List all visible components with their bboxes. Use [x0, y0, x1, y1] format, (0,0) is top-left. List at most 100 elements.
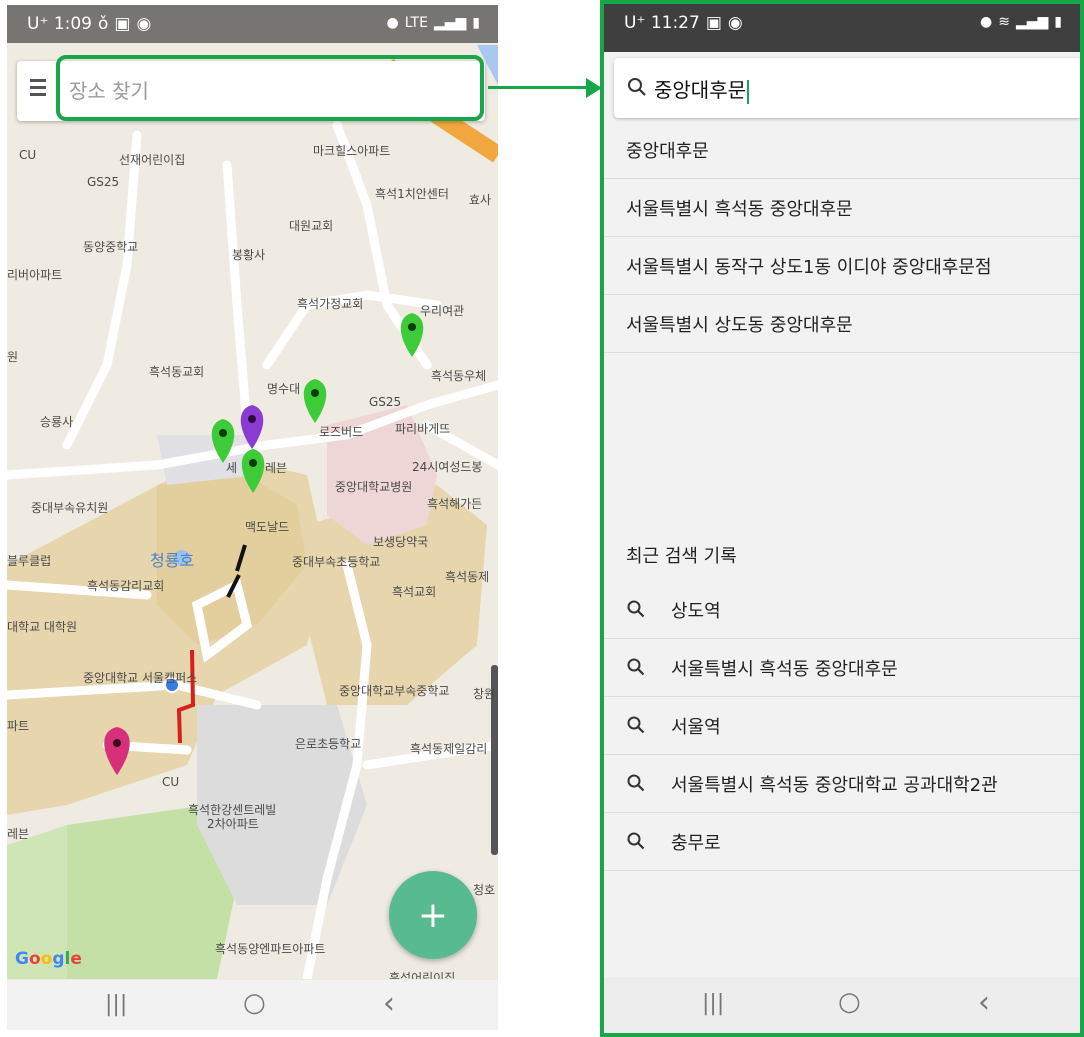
recent-searches-header: 최근 검색 기록 [626, 546, 737, 567]
recent-search-item[interactable]: 상도역 [604, 581, 1080, 639]
map-canvas [7, 5, 498, 979]
map-label: 2차아파트 [207, 817, 259, 831]
suggestion-item[interactable]: 서울특별시 흑석동 중앙대후문 [604, 179, 1080, 237]
map-label: 흑석동제일감리 [410, 742, 488, 756]
map-label: 흑석가정교회 [297, 297, 364, 311]
text-caret [747, 79, 749, 104]
recent-search-item[interactable]: 서울특별시 흑석동 중앙대후문 [604, 639, 1080, 697]
home-button[interactable]: ○ [838, 987, 861, 1017]
map-label: 세 [226, 461, 238, 475]
signal-icon: ▂▄▆ [1015, 14, 1049, 30]
battery-icon: ▮ [1054, 14, 1062, 30]
search-icon [627, 832, 645, 850]
suggestion-item[interactable]: 서울특별시 동작구 상도1동 이디야 중앙대후문점 [604, 237, 1080, 295]
network-type: LTE [404, 15, 428, 31]
map-label: 승룡사 [40, 415, 74, 429]
recent-search-text: 서울역 [671, 717, 721, 738]
suggestion-item[interactable]: 중앙대후문 [604, 121, 1080, 179]
app-icon: ◉ [727, 13, 743, 33]
map-label: 흑석동우체 [431, 369, 487, 383]
recent-search-item[interactable]: 서울역 [604, 697, 1080, 755]
map-label: 중앙대학교병원 [335, 480, 413, 494]
add-place-fab[interactable]: + [389, 871, 477, 959]
map-label: 파트 [7, 719, 30, 733]
status-bar: U⁺ 11:27 ▣ ◉ ● ≋ ▂▄▆ ▮ [604, 4, 1080, 52]
status-time: U⁺ 1:09 [27, 14, 92, 34]
search-input[interactable]: 중앙대후문 [654, 74, 749, 104]
suggestion-text: 서울특별시 흑석동 중앙대후문 [626, 199, 853, 220]
map-label: 레븐 [265, 461, 288, 475]
map-label: 맥도날드 [245, 520, 290, 534]
recent-search-item[interactable]: 충무로 [604, 813, 1080, 871]
recent-search-text: 충무로 [671, 833, 721, 854]
map-label: 블루클럽 [7, 554, 52, 568]
recents-button[interactable]: ||| [702, 991, 724, 1016]
arrow-connector [488, 86, 592, 89]
map-label: 리버아파트 [7, 268, 63, 282]
search-icon [628, 78, 646, 96]
map-label: 마크힐스아파트 [313, 144, 391, 158]
map-label: 동양중학교 [83, 240, 139, 254]
map-label: 청호 [473, 883, 496, 897]
map-label: 로즈버드 [319, 425, 364, 439]
map-label: 24시여성드봉 [412, 460, 483, 474]
map-label: 명수대 [267, 382, 301, 396]
recents-button[interactable]: ||| [105, 992, 127, 1017]
map-label: 효사 [469, 193, 492, 207]
map-label: 우리여관 [420, 304, 465, 318]
search-icon [627, 716, 645, 734]
navigation-bar: ||| ○ ‹ [7, 980, 498, 1030]
map-label: 파리바게뜨 [395, 422, 451, 436]
suggestion-text: 중앙대후문 [626, 141, 709, 162]
search-icon [627, 774, 645, 792]
wifi-icon: ≋ [998, 14, 1010, 30]
search-bar-highlight [56, 55, 484, 121]
map-label: 창원 [473, 687, 496, 701]
facebook-icon: ▣ [705, 13, 722, 33]
map-label: 흑석1치안센터 [375, 187, 449, 201]
map-label: 중앙대학교 서울캠퍼스 [83, 671, 198, 685]
sync-icon: ǒ [98, 14, 109, 34]
recent-search-text: 상도역 [671, 601, 721, 622]
map-label: 흑석동교회 [149, 365, 205, 379]
search-input-bar[interactable]: 중앙대후문 [614, 58, 1080, 118]
map-label: 원 [7, 350, 19, 364]
recent-search-item[interactable]: 서울특별시 흑석동 중앙대학교 공과대학2관 [604, 755, 1080, 813]
app-icon: ◉ [136, 14, 152, 34]
map-label: CU [162, 775, 180, 789]
map-label: 흑석해가든 [427, 497, 483, 511]
status-bar: U⁺ 1:09 ǒ ▣ ◉ ● LTE ▂▄▆ ▮ [7, 5, 498, 43]
hamburger-menu-icon[interactable] [30, 79, 52, 101]
recent-search-text: 서울특별시 흑석동 중앙대후문 [671, 659, 898, 680]
map-label: CU [19, 148, 37, 162]
map-label: 레븐 [7, 827, 30, 841]
map-label: 흑석동제 [445, 570, 490, 584]
map-label: 흑석어린이집 [389, 971, 456, 979]
battery-icon: ▮ [472, 15, 480, 31]
map-view[interactable]: CU 선재어린이집 GS25 마크힐스아파트 흑석1치안센터 효사 대원교회 동… [7, 5, 498, 979]
map-label: 봉황사 [232, 248, 266, 262]
map-label: 중대부속초등학교 [292, 555, 381, 569]
home-button[interactable]: ○ [243, 988, 266, 1018]
map-label: 흑석교회 [392, 585, 437, 599]
map-label: GS25 [87, 175, 120, 189]
status-time: U⁺ 11:27 [624, 13, 700, 33]
back-button[interactable]: ‹ [383, 986, 395, 1021]
map-label: 중대부속유치원 [31, 501, 109, 515]
map-label: GS25 [369, 395, 402, 409]
location-icon: ● [386, 15, 399, 31]
map-label: 선재어린이집 [119, 153, 186, 167]
map-label: 보생당약국 [373, 535, 429, 549]
location-icon: ● [980, 14, 993, 30]
map-screen: CU 선재어린이집 GS25 마크힐스아파트 흑석1치안센터 효사 대원교회 동… [7, 5, 498, 1030]
suggestion-text: 서울특별시 상도동 중앙대후문 [626, 315, 853, 336]
suggestion-item[interactable]: 서울특별시 상도동 중앙대후문 [604, 295, 1080, 353]
map-label: 대학교 대학원 [7, 620, 78, 634]
search-query-text: 중앙대후문 [654, 78, 746, 102]
back-button[interactable]: ‹ [978, 985, 990, 1020]
map-label: 흑석동양엔파트아파트 [215, 942, 326, 956]
signal-icon: ▂▄▆ [433, 15, 467, 31]
map-label: 흑석동감리교회 [87, 579, 165, 593]
suggestion-text: 서울특별시 동작구 상도1동 이디야 중앙대후문점 [626, 257, 992, 278]
image-icon: ▣ [114, 14, 131, 34]
